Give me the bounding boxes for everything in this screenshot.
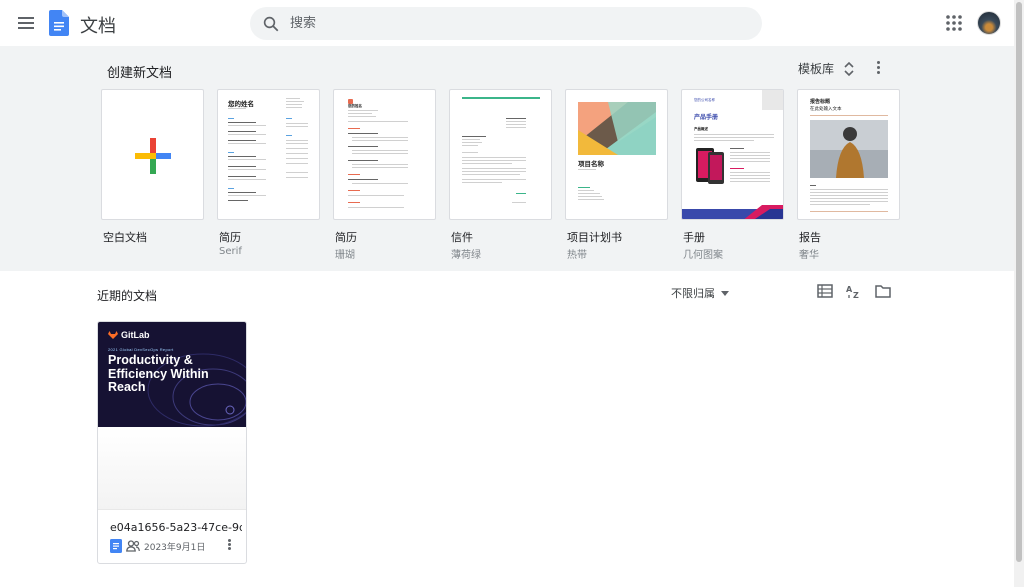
docs-file-icon	[110, 539, 122, 553]
gitlab-brand: GitLab	[108, 330, 150, 340]
template-name: 空白文档	[103, 231, 147, 244]
dropdown-caret-icon	[721, 290, 729, 296]
folder-icon[interactable]	[875, 283, 891, 299]
template-resume-coral[interactable]: 您的姓名 简历 珊瑚	[333, 89, 436, 261]
template-name: 简历	[335, 231, 357, 244]
template-report-luxe[interactable]: 报告标题 在此处输入文本 报告 奢华	[797, 89, 900, 261]
template-style: 几何图案	[683, 250, 723, 261]
expand-collapse-icon	[844, 61, 854, 76]
thumb-brochure-company: 您的公司名称	[694, 98, 715, 102]
shared-people-icon	[126, 540, 140, 552]
template-thumbnail-resume-coral[interactable]: 您的姓名	[333, 89, 436, 220]
list-view-icon[interactable]	[817, 283, 833, 299]
sort-az-icon[interactable]: A Z	[846, 283, 862, 299]
template-letter-mint[interactable]: 信件 薄荷绿	[449, 89, 552, 261]
template-style: 热带	[567, 250, 587, 261]
template-gallery-label: 模板库	[798, 62, 835, 76]
docs-logo-icon[interactable]	[49, 10, 69, 36]
template-thumbnail-letter-mint[interactable]	[449, 89, 552, 220]
template-style: 奢华	[799, 250, 819, 261]
thumb-resume-name: 您的姓名	[228, 101, 254, 108]
thumbnail-subtitle: 2021 Global DevSecOps Report	[108, 347, 174, 352]
template-brochure-geometric[interactable]: 您的公司名称 产品手册 产品概述 手册 几何图案	[681, 89, 784, 261]
gitlab-logo-icon	[108, 331, 118, 339]
report-photo	[810, 120, 888, 178]
templates-more-options-icon[interactable]	[869, 59, 887, 77]
thumb-project-title: 项目名称	[578, 161, 604, 168]
document-date: 2023年9月1日	[144, 542, 206, 553]
thumb-report-subtitle: 在此处输入文本	[810, 106, 842, 111]
template-gallery-section: 创建新文档 模板库 空白文档 您的姓名 简历 Serif 您的姓名 简历 珊瑚 …	[0, 46, 1014, 271]
template-blank[interactable]: 空白文档	[101, 89, 204, 245]
recent-section-title: 近期的文档	[97, 289, 158, 303]
thumb-report-title: 报告标题	[810, 99, 831, 105]
template-name: 简历	[219, 231, 241, 244]
gitlab-brand-text: GitLab	[121, 330, 150, 340]
account-avatar[interactable]	[977, 11, 1001, 35]
google-apps-icon[interactable]	[944, 13, 964, 33]
template-style: Serif	[219, 246, 242, 257]
template-gallery-button[interactable]: 模板库	[798, 60, 856, 77]
search-input[interactable]	[290, 7, 750, 40]
thumbnail-title: Productivity & Efficiency Within Reach	[108, 353, 209, 394]
template-name: 手册	[683, 231, 705, 244]
recent-document-card[interactable]: GitLab 2021 Global DevSecOps Report Prod…	[97, 321, 247, 564]
template-project-tropic[interactable]: 项目名称 项目计划书 热带	[565, 89, 668, 261]
template-style: 珊瑚	[335, 250, 355, 261]
template-name: 项目计划书	[567, 231, 622, 244]
tropic-graphic	[578, 102, 656, 155]
template-thumbnail-report-luxe[interactable]: 报告标题 在此处输入文本	[797, 89, 900, 220]
phone-graphic	[696, 148, 724, 184]
search-bar[interactable]	[250, 7, 762, 40]
template-resume-serif[interactable]: 您的姓名 简历 Serif	[217, 89, 320, 257]
main-menu-icon[interactable]	[14, 11, 38, 35]
thumb-brochure-title: 产品手册	[694, 115, 719, 121]
plus-icon	[135, 138, 171, 174]
document-name: e04a1656-5a23-47ce-9d...	[110, 521, 242, 534]
template-name: 报告	[799, 231, 821, 244]
document-more-options-icon[interactable]	[222, 538, 236, 552]
template-thumbnail-blank[interactable]	[101, 89, 204, 220]
template-thumbnail-project-tropic[interactable]: 项目名称	[565, 89, 668, 220]
template-name: 信件	[451, 231, 473, 244]
thumb-brochure-section: 产品概述	[694, 127, 708, 131]
owner-filter-label: 不限归属	[671, 287, 715, 300]
svg-text:A: A	[846, 285, 853, 294]
geometric-footer	[682, 205, 783, 219]
app-title[interactable]: 文档	[80, 12, 116, 38]
document-thumbnail[interactable]: GitLab 2021 Global DevSecOps Report Prod…	[98, 322, 246, 427]
search-icon[interactable]	[262, 15, 280, 33]
svg-text:Z: Z	[853, 291, 859, 299]
app-header: 文档	[0, 0, 1024, 46]
template-thumbnail-brochure-geometric[interactable]: 您的公司名称 产品手册 产品概述	[681, 89, 784, 220]
scrollbar-thumb[interactable]	[1016, 2, 1022, 562]
owner-filter-dropdown[interactable]: 不限归属	[671, 285, 729, 301]
document-thumbnail-lower	[98, 427, 246, 510]
template-style: 薄荷绿	[451, 250, 481, 261]
templates-section-title: 创建新文档	[107, 66, 173, 81]
template-thumbnail-resume-serif[interactable]: 您的姓名	[217, 89, 320, 220]
thumb-coral-name: 您的姓名	[348, 104, 362, 108]
